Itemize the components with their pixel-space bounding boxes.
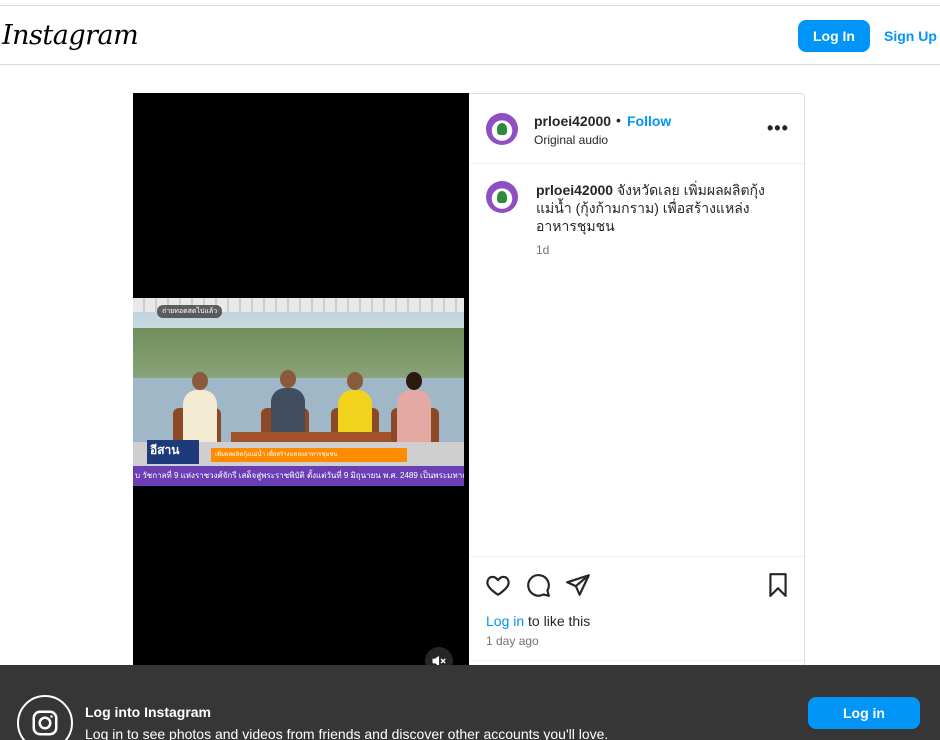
avatar[interactable] <box>486 113 518 145</box>
news-headline: เพิ่มผลผลิตกุ้งแม่น้ำ เพื่อสร้างแหล่งอาห… <box>211 448 407 462</box>
post-username[interactable]: prloei42000 <box>534 113 611 129</box>
comments-area: prloei42000 จังหวัดเลย เพิ่มผลผลิตกุ้งแม… <box>470 165 804 555</box>
post-caption: prloei42000 จังหวัดเลย เพิ่มผลผลิตกุ้งแม… <box>536 181 786 235</box>
instagram-logo[interactable]: Instagram <box>2 20 139 51</box>
live-tag: ถ่ายทอดสดไปแล้ว <box>157 305 223 318</box>
caption-avatar[interactable] <box>486 181 518 213</box>
comment-icon[interactable] <box>525 572 551 598</box>
post-actions: Log in to like this 1 day ago <box>470 556 804 661</box>
signup-link[interactable]: Sign Up <box>884 28 937 44</box>
follow-button[interactable]: Follow <box>627 113 671 129</box>
likes-suffix: to like this <box>524 613 591 629</box>
video-player[interactable]: ถ่ายทอดสดไปแล้ว อีสาน เพิ่มผลผลิตกุ้งแม่… <box>133 93 469 693</box>
likes-text: Log in to like this <box>486 613 590 629</box>
more-options-icon[interactable]: ••• <box>767 118 789 139</box>
banner-login-button[interactable]: Log in <box>808 697 920 729</box>
top-header: Instagram Log In Sign Up <box>0 6 940 65</box>
actions-divider <box>470 660 804 661</box>
post-date[interactable]: 1 day ago <box>486 634 539 648</box>
post-header: prloei42000 • Follow Original audio ••• <box>470 94 804 164</box>
heart-icon[interactable] <box>485 572 511 598</box>
likes-login-link[interactable]: Log in <box>486 613 524 629</box>
separator-dot: • <box>616 112 621 128</box>
banner-title: Log into Instagram <box>85 704 211 720</box>
bookmark-icon[interactable] <box>765 572 791 598</box>
news-ticker: บ วัชกาลที่ 9 แห่งราชวงศ์จักรี เสด็จสู่พ… <box>133 466 464 486</box>
caption-username[interactable]: prloei42000 <box>536 182 613 198</box>
login-banner: Log into Instagram Log in to see photos … <box>0 665 940 740</box>
instagram-icon <box>17 695 73 740</box>
banner-text: Log in to see photos and videos from fri… <box>85 726 609 740</box>
share-icon[interactable] <box>565 572 591 598</box>
login-button[interactable]: Log In <box>798 20 870 52</box>
caption-time[interactable]: 1d <box>536 243 549 257</box>
news-logo: อีสาน <box>147 440 199 464</box>
video-frame: ถ่ายทอดสดไปแล้ว อีสาน เพิ่มผลผลิตกุ้งแม่… <box>133 298 464 486</box>
audio-label[interactable]: Original audio <box>534 133 608 147</box>
